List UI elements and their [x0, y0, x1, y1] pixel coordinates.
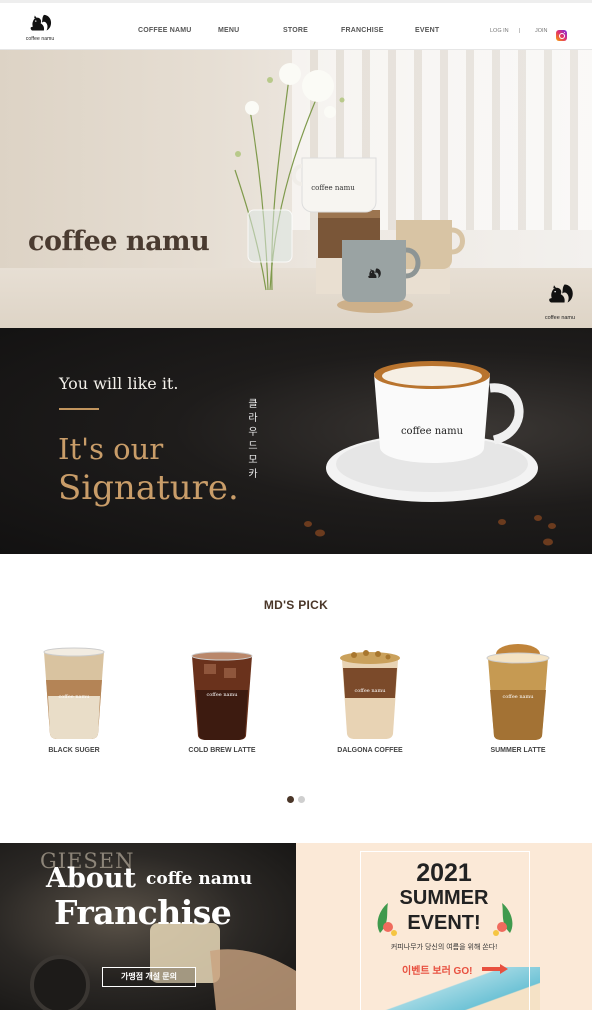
- franchise-inquiry-button[interactable]: 가맹점 개설 문의: [102, 967, 196, 987]
- nav-store[interactable]: STORE: [283, 27, 308, 34]
- event-summer: SUMMER: [399, 887, 489, 909]
- squirrel-logo-icon: [27, 11, 53, 37]
- hero-corner-logo: coffee namu: [540, 280, 580, 321]
- signature-cup: coffee namu: [304, 361, 556, 546]
- nav-franchise[interactable]: FRANCHISE: [341, 27, 384, 34]
- md-pick-title: MD'S PICK: [263, 598, 329, 612]
- black-suger-drink-image: coffee namu: [43, 647, 105, 739]
- cold-brew-latte-drink-image: coffee namu: [191, 651, 253, 740]
- signature-subtitle: You will like it.: [59, 374, 179, 393]
- login-link[interactable]: LOG IN: [490, 28, 509, 34]
- product-name: COLD BREW LATTE: [188, 747, 256, 754]
- product-name: DALGONA COFFEE: [337, 747, 403, 754]
- product-name: BLACK SUGER: [48, 747, 100, 754]
- hero-title: coffee namu: [28, 226, 210, 257]
- product-cup-text: coffee namu: [354, 688, 386, 694]
- util-separator: |: [519, 28, 521, 34]
- join-link[interactable]: JOIN: [535, 28, 548, 34]
- product-card[interactable]: coffee namu SUMMER LATTE: [468, 640, 568, 754]
- event-cta-link[interactable]: 이벤트 보러 GO!: [402, 962, 472, 977]
- carousel-pagination: [0, 796, 592, 803]
- franchise-title: Franchise: [54, 893, 232, 932]
- franchise-panel[interactable]: GIESEN About coffe namu Franchise 가맹점 개설…: [0, 843, 296, 1010]
- instagram-icon[interactable]: [556, 30, 567, 41]
- pagination-dot-2[interactable]: [298, 796, 305, 803]
- pagination-dot-1[interactable]: [287, 796, 294, 803]
- signature-korean-vertical: 클라우드 모카: [248, 399, 258, 480]
- nav-coffee-namu[interactable]: COFFEE NAMU: [138, 27, 192, 34]
- nav-event[interactable]: EVENT: [415, 27, 439, 34]
- arrow-right-icon: [482, 964, 508, 974]
- product-card[interactable]: coffee namu COLD BREW LATTE: [172, 640, 272, 754]
- signature-banner: You will like it. It's our Signature. 클라…: [0, 328, 592, 554]
- signature-line-1: It's our: [58, 432, 164, 466]
- event-title: EVENT!: [407, 912, 481, 934]
- squirrel-icon: [545, 280, 575, 310]
- product-cup-text: coffee namu: [206, 692, 238, 698]
- product-cup-text: coffee namu: [58, 694, 90, 700]
- product-cup-text: coffee namu: [502, 694, 534, 700]
- event-year: 2021: [416, 859, 472, 887]
- hero-corner-logo-text: coffee namu: [544, 315, 576, 321]
- dalgona-coffee-drink-image: coffee namu: [340, 650, 400, 739]
- event-description: 커피나무가 당신의 여름을 위해 쏜다!: [390, 944, 498, 951]
- nav-menu[interactable]: MENU: [218, 27, 239, 34]
- product-card[interactable]: coffee namu BLACK SUGER: [24, 640, 124, 754]
- signature-cup-text: coffee namu: [401, 426, 464, 437]
- hero-banner: coffee namu coffee namu coffee namu: [0, 50, 592, 328]
- summer-latte-drink-image: coffee namu: [486, 644, 550, 740]
- logo-text: coffee namu: [25, 36, 55, 42]
- site-header: coffee namu COFFEE NAMU MENU STORE FRANC…: [0, 0, 592, 50]
- brand-logo[interactable]: coffee namu: [22, 11, 58, 47]
- hero-still-life: coffee namu: [234, 63, 465, 313]
- product-name: SUMMER LATTE: [490, 747, 546, 754]
- product-card[interactable]: coffee namu DALGONA COFFEE: [320, 640, 420, 754]
- signature-divider: [59, 408, 99, 410]
- summer-event-panel[interactable]: 2021 SUMMER EVENT! 커피나무가 당신의 여름을 위해 쏜다! …: [296, 843, 592, 1010]
- franchise-brand: coffe namu: [146, 869, 253, 889]
- franchise-about: About: [46, 863, 136, 894]
- signature-line-2: Signature.: [58, 468, 239, 508]
- hero-mug-text: coffee namu: [311, 184, 355, 192]
